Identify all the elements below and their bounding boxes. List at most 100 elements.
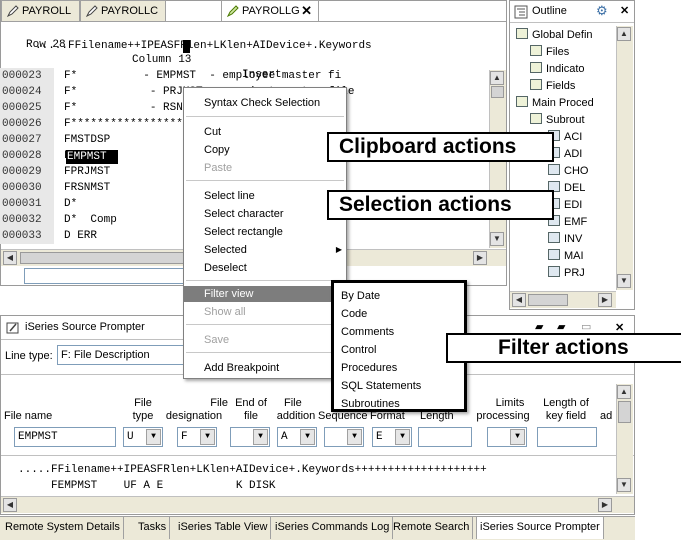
chevron-down-icon[interactable]: ▼ xyxy=(347,429,362,445)
menu-item[interactable]: Select character xyxy=(184,206,346,222)
outline-title: Outline xyxy=(532,5,567,17)
format-select[interactable]: E ▼ xyxy=(372,427,412,447)
scroll-right-arrow-icon[interactable]: ▶ xyxy=(598,293,612,307)
menu-item[interactable]: Show all xyxy=(184,304,346,320)
menu-item[interactable]: Save xyxy=(184,332,346,348)
scroll-up-arrow-icon[interactable]: ▲ xyxy=(617,27,631,41)
submenu-item[interactable]: Subroutines xyxy=(334,396,464,412)
menu-item[interactable]: Filter view xyxy=(184,286,346,302)
end-of-file-select[interactable]: ▼ xyxy=(230,427,270,447)
h-scroll-thumb[interactable] xyxy=(528,294,568,306)
scroll-left-arrow-icon[interactable]: ◀ xyxy=(512,293,526,307)
toolbar-icon-a[interactable]: ▰ xyxy=(535,320,543,333)
submenu-item[interactable]: Procedures xyxy=(334,360,464,376)
menu-item[interactable]: Deselect xyxy=(184,260,346,276)
tab-payrollc[interactable]: PAYROLLC xyxy=(80,0,166,22)
outline-vertical-scrollbar[interactable] xyxy=(616,26,633,290)
outline-item[interactable]: Subrout xyxy=(530,112,614,128)
outline-item[interactable]: CHO xyxy=(548,163,614,179)
outline-item[interactable]: ADI xyxy=(548,146,614,162)
scroll-left-arrow-icon[interactable]: ◀ xyxy=(3,498,17,512)
tab-payrollg[interactable]: PAYROLLG ✕ xyxy=(221,0,319,22)
prompter-divider xyxy=(1,455,634,456)
scroll-down-arrow-icon[interactable]: ▼ xyxy=(617,478,631,492)
bottom-tab[interactable]: iSeries Commands Log xyxy=(272,517,394,539)
submenu-item[interactable]: Comments xyxy=(334,324,464,340)
line-number: 000027 xyxy=(0,132,54,148)
menu-item[interactable]: Select line xyxy=(184,188,346,204)
file-designation-select[interactable]: F ▼ xyxy=(177,427,217,447)
menu-item[interactable]: Copy xyxy=(184,142,346,158)
outline-item[interactable]: ACI xyxy=(548,129,614,145)
code-line[interactable]: 000031 D* xyxy=(0,196,77,212)
outline-item[interactable]: Main Proced xyxy=(516,95,614,111)
tab-payroll[interactable]: PAYROLL xyxy=(1,0,80,22)
file-name-field[interactable]: EMPMST xyxy=(14,427,116,447)
menu-item[interactable]: Selected xyxy=(184,242,346,258)
scroll-left-arrow-icon[interactable]: ◀ xyxy=(3,251,17,265)
scroll-down-arrow-icon[interactable]: ▼ xyxy=(490,232,504,246)
submenu-item[interactable]: Control xyxy=(334,342,464,358)
chevron-down-icon[interactable]: ▼ xyxy=(146,429,161,445)
outline-item[interactable]: DEL xyxy=(548,180,614,196)
toolbar-icon-b[interactable]: ▰ xyxy=(557,320,565,333)
outline-item-label: CHO xyxy=(564,165,589,177)
menu-item[interactable]: Cut xyxy=(184,124,346,140)
outline-item-label: MAI xyxy=(564,250,584,262)
chevron-down-icon[interactable]: ▼ xyxy=(510,429,525,445)
outline-item-label: Global Defin xyxy=(532,29,593,41)
file-addition-select[interactable]: A ▼ xyxy=(277,427,317,447)
procedure-icon xyxy=(548,266,560,277)
scroll-right-arrow-icon[interactable]: ▶ xyxy=(473,251,487,265)
prompter-horizontal-scrollbar[interactable] xyxy=(1,496,634,513)
bottom-tab[interactable]: iSeries Source Prompter xyxy=(476,517,604,539)
outline-item[interactable]: Indicato xyxy=(530,61,614,77)
outline-item[interactable]: Fields xyxy=(530,78,614,94)
editor-status-bar: Row 28 Column 13 Insert xyxy=(0,23,505,81)
scroll-up-arrow-icon[interactable]: ▲ xyxy=(490,71,504,85)
chevron-down-icon[interactable]: ▼ xyxy=(200,429,215,445)
submenu-item[interactable]: Code xyxy=(334,306,464,322)
menu-item[interactable]: Add Breakpoint xyxy=(184,360,346,376)
menu-item[interactable]: Select rectangle xyxy=(184,224,346,240)
menu-item[interactable]: Syntax Check Selection xyxy=(184,95,346,111)
bottom-tab[interactable]: Remote Search xyxy=(390,517,474,539)
editor-tab-underline xyxy=(1,21,506,22)
toolbar-icon-c[interactable]: ▭ xyxy=(581,320,591,333)
bottom-tab[interactable]: iSeries Table View xyxy=(175,517,272,539)
submenu-item[interactable]: SQL Statements xyxy=(334,378,464,394)
line-number: 000025 xyxy=(0,100,54,116)
scroll-down-arrow-icon[interactable]: ▼ xyxy=(617,274,631,288)
code-line[interactable]: 000023 F* - EMPMST - employee master fi xyxy=(0,68,341,84)
chevron-down-icon[interactable]: ▼ xyxy=(300,429,315,445)
bottom-tab[interactable]: Remote System Details xyxy=(2,517,124,539)
limits-processing-select[interactable]: ▼ xyxy=(487,427,527,447)
outline-item[interactable]: EDI xyxy=(548,197,614,213)
outline-item[interactable]: Global Defin xyxy=(516,27,614,43)
file-type-select[interactable]: U ▼ xyxy=(123,427,163,447)
chevron-down-icon[interactable]: ▼ xyxy=(395,429,410,445)
scroll-thumb[interactable] xyxy=(618,401,631,423)
length-field[interactable] xyxy=(418,427,472,447)
menu-item[interactable]: Paste xyxy=(184,160,346,176)
outline-item[interactable]: PRJ xyxy=(548,265,614,281)
line-type-field[interactable]: F: File Description xyxy=(57,345,203,365)
procedure-icon xyxy=(548,164,560,175)
sequence-select[interactable]: ▼ xyxy=(324,427,364,447)
h-scroll-thumb[interactable] xyxy=(20,252,205,264)
key-length-field[interactable] xyxy=(537,427,597,447)
close-icon[interactable]: ✕ xyxy=(620,4,629,17)
outline-item[interactable]: EMF xyxy=(548,214,614,230)
outline-item[interactable]: Files xyxy=(530,44,614,60)
scroll-thumb[interactable] xyxy=(491,86,504,98)
source-file-icon xyxy=(227,5,239,17)
scroll-right-arrow-icon[interactable]: ▶ xyxy=(598,498,612,512)
sync-icon[interactable]: ⚙ xyxy=(596,3,608,19)
bottom-tab[interactable]: Tasks xyxy=(135,517,171,539)
close-icon[interactable]: ✕ xyxy=(301,1,312,21)
scroll-up-arrow-icon[interactable]: ▲ xyxy=(617,385,631,399)
submenu-item[interactable]: By Date xyxy=(334,288,464,304)
chevron-down-icon[interactable]: ▼ xyxy=(253,429,268,445)
outline-item[interactable]: INV xyxy=(548,231,614,247)
outline-item[interactable]: MAI xyxy=(548,248,614,264)
